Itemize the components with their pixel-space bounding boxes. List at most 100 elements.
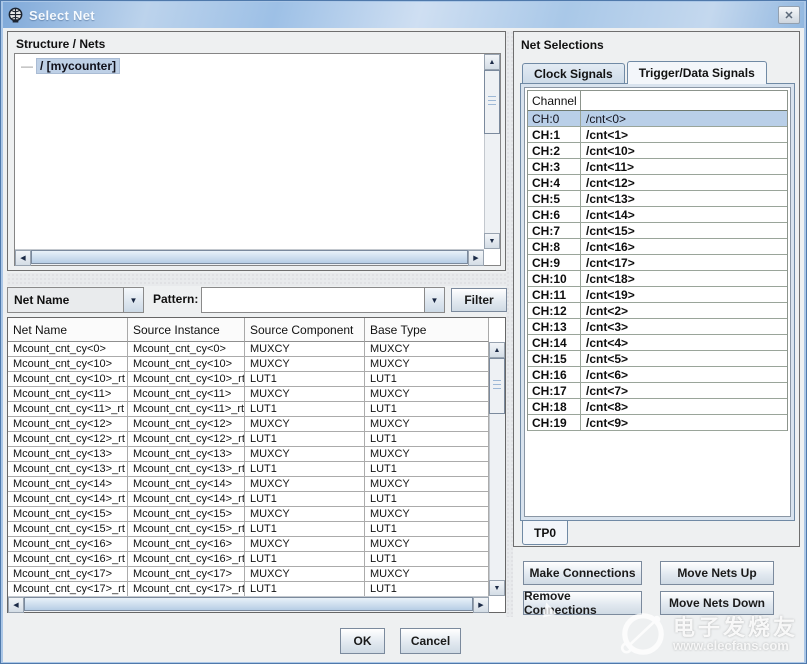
table-row[interactable]: Mcount_cnt_cy<12>_rtMcount_cnt_cy<12>_rt… [8, 432, 489, 447]
filter-button[interactable]: Filter [451, 288, 507, 312]
table-row[interactable]: Mcount_cnt_cy<17>_rtMcount_cnt_cy<17>_rt… [8, 582, 489, 596]
channel-row[interactable]: CH:16/cnt<6> [528, 367, 787, 383]
table-row[interactable]: Mcount_cnt_cy<12>Mcount_cnt_cy<12>MUXCYM… [8, 417, 489, 432]
channel-row[interactable]: CH:11/cnt<19> [528, 287, 787, 303]
channel-net-cell: /cnt<5> [581, 351, 787, 366]
scrollbar-thumb[interactable] [484, 70, 500, 134]
column-header[interactable]: Base Type [365, 318, 489, 342]
channel-row[interactable]: CH:19/cnt<9> [528, 415, 787, 431]
scroll-right-icon[interactable]: ▶ [468, 250, 484, 266]
channel-net-cell: /cnt<9> [581, 415, 787, 430]
table-cell: Mcount_cnt_cy<10> [8, 357, 128, 371]
table-row[interactable]: Mcount_cnt_cy<10>Mcount_cnt_cy<10>MUXCYM… [8, 357, 489, 372]
scrollbar-thumb[interactable] [489, 358, 505, 414]
channel-net-cell: /cnt<15> [581, 223, 787, 238]
table-row[interactable]: Mcount_cnt_cy<14>_rtMcount_cnt_cy<14>_rt… [8, 492, 489, 507]
table-row[interactable]: Mcount_cnt_cy<11>Mcount_cnt_cy<11>MUXCYM… [8, 387, 489, 402]
pattern-label: Pattern: [153, 292, 198, 306]
scroll-left-icon[interactable]: ◀ [15, 250, 31, 266]
move-nets-up-button[interactable]: Move Nets Up [660, 561, 774, 585]
channel-id-cell: CH:10 [528, 271, 581, 286]
net-column-header[interactable] [581, 91, 787, 110]
table-horizontal-scrollbar[interactable]: ◀ ▶ [8, 596, 489, 612]
search-field-selector[interactable]: Net Name ▼ [7, 287, 144, 313]
pattern-input[interactable]: ▼ [201, 287, 445, 313]
table-cell: Mcount_cnt_cy<10> [128, 357, 245, 371]
channel-id-cell: CH:18 [528, 399, 581, 414]
chevron-down-icon[interactable]: ▼ [424, 288, 444, 312]
table-row[interactable]: Mcount_cnt_cy<17>Mcount_cnt_cy<17>MUXCYM… [8, 567, 489, 582]
chevron-down-icon[interactable]: ▼ [123, 288, 143, 312]
tree-horizontal-scrollbar[interactable]: ◀ ▶ [15, 249, 484, 265]
table-row[interactable]: Mcount_cnt_cy<0>Mcount_cnt_cy<0>MUXCYMUX… [8, 342, 489, 357]
scroll-right-icon[interactable]: ▶ [473, 597, 489, 613]
table-row[interactable]: Mcount_cnt_cy<16>_rtMcount_cnt_cy<16>_rt… [8, 552, 489, 567]
channel-row[interactable]: CH:6/cnt<14> [528, 207, 787, 223]
make-connections-button[interactable]: Make Connections [523, 561, 642, 585]
channel-row[interactable]: CH:7/cnt<15> [528, 223, 787, 239]
channel-row[interactable]: CH:2/cnt<10> [528, 143, 787, 159]
table-row[interactable]: Mcount_cnt_cy<13>Mcount_cnt_cy<13>MUXCYM… [8, 447, 489, 462]
move-nets-down-button[interactable]: Move Nets Down [660, 591, 774, 615]
column-header[interactable]: Source Component [245, 318, 365, 342]
scroll-down-icon[interactable]: ▼ [484, 233, 500, 249]
table-cell: MUXCY [245, 507, 365, 521]
table-row[interactable]: Mcount_cnt_cy<16>Mcount_cnt_cy<16>MUXCYM… [8, 537, 489, 552]
column-header[interactable]: Source Instance [128, 318, 245, 342]
table-cell: Mcount_cnt_cy<14> [8, 477, 128, 491]
tab-tp0[interactable]: TP0 [522, 521, 568, 545]
column-header[interactable]: Net Name [8, 318, 128, 342]
channel-row[interactable]: CH:14/cnt<4> [528, 335, 787, 351]
table-row[interactable]: Mcount_cnt_cy<15>_rtMcount_cnt_cy<15>_rt… [8, 522, 489, 537]
tab-clock-signals[interactable]: Clock Signals [522, 63, 625, 84]
tree-node-mycounter[interactable]: / [mycounter] [36, 58, 120, 74]
channel-row[interactable]: CH:17/cnt<7> [528, 383, 787, 399]
channel-row[interactable]: CH:15/cnt<5> [528, 351, 787, 367]
channel-row[interactable]: CH:8/cnt<16> [528, 239, 787, 255]
channel-row[interactable]: CH:10/cnt<18> [528, 271, 787, 287]
title-bar[interactable]: Select Net ✕ [3, 2, 804, 28]
channel-row[interactable]: CH:5/cnt<13> [528, 191, 787, 207]
channel-row[interactable]: CH:9/cnt<17> [528, 255, 787, 271]
channel-row[interactable]: CH:1/cnt<1> [528, 127, 787, 143]
channel-column-header[interactable]: Channel [528, 91, 581, 110]
table-cell: MUXCY [365, 537, 489, 551]
scroll-down-icon[interactable]: ▼ [489, 580, 505, 596]
pattern-value[interactable] [202, 288, 424, 312]
channel-row[interactable]: CH:12/cnt<2> [528, 303, 787, 319]
tree-collapse-handle[interactable]: — [21, 59, 33, 73]
table-vertical-scrollbar[interactable]: ▲ ▼ [489, 342, 505, 596]
tree-row[interactable]: — / [mycounter] [21, 57, 484, 74]
channel-row[interactable]: CH:13/cnt<3> [528, 319, 787, 335]
table-row[interactable]: Mcount_cnt_cy<14>Mcount_cnt_cy<14>MUXCYM… [8, 477, 489, 492]
scrollbar-thumb[interactable] [24, 597, 473, 611]
channel-id-cell: CH:2 [528, 143, 581, 158]
remove-connections-button[interactable]: Remove Connections [523, 591, 642, 615]
cancel-button[interactable]: Cancel [400, 628, 461, 654]
table-cell: Mcount_cnt_cy<13> [8, 447, 128, 461]
table-cell: MUXCY [365, 387, 489, 401]
table-row[interactable]: Mcount_cnt_cy<15>Mcount_cnt_cy<15>MUXCYM… [8, 507, 489, 522]
scrollbar-thumb[interactable] [31, 250, 468, 264]
close-button[interactable]: ✕ [778, 6, 800, 24]
scroll-left-icon[interactable]: ◀ [8, 597, 24, 613]
table-cell: Mcount_cnt_cy<17> [128, 567, 245, 581]
table-cell: Mcount_cnt_cy<0> [8, 342, 128, 356]
channel-row[interactable]: CH:18/cnt<8> [528, 399, 787, 415]
table-cell: Mcount_cnt_cy<11> [8, 387, 128, 401]
table-cell: Mcount_cnt_cy<17>_rt [8, 582, 128, 596]
table-row[interactable]: Mcount_cnt_cy<11>_rtMcount_cnt_cy<11>_rt… [8, 402, 489, 417]
ok-button[interactable]: OK [340, 628, 385, 654]
tree-vertical-scrollbar[interactable]: ▲ ▼ [484, 54, 500, 249]
channel-row[interactable]: CH:0/cnt<0> [528, 111, 787, 127]
channel-row[interactable]: CH:3/cnt<11> [528, 159, 787, 175]
scroll-up-icon[interactable]: ▲ [484, 54, 500, 70]
tab-trigger-data-signals[interactable]: Trigger/Data Signals [627, 61, 767, 84]
structure-nets-panel: Structure / Nets — / [mycounter] ▲ ▼ ◀ ▶ [7, 31, 506, 271]
scroll-up-icon[interactable]: ▲ [489, 342, 505, 358]
table-cell: Mcount_cnt_cy<14>_rt [8, 492, 128, 506]
table-row[interactable]: Mcount_cnt_cy<10>_rtMcount_cnt_cy<10>_rt… [8, 372, 489, 387]
table-row[interactable]: Mcount_cnt_cy<13>_rtMcount_cnt_cy<13>_rt… [8, 462, 489, 477]
table-cell: MUXCY [245, 417, 365, 431]
channel-row[interactable]: CH:4/cnt<12> [528, 175, 787, 191]
